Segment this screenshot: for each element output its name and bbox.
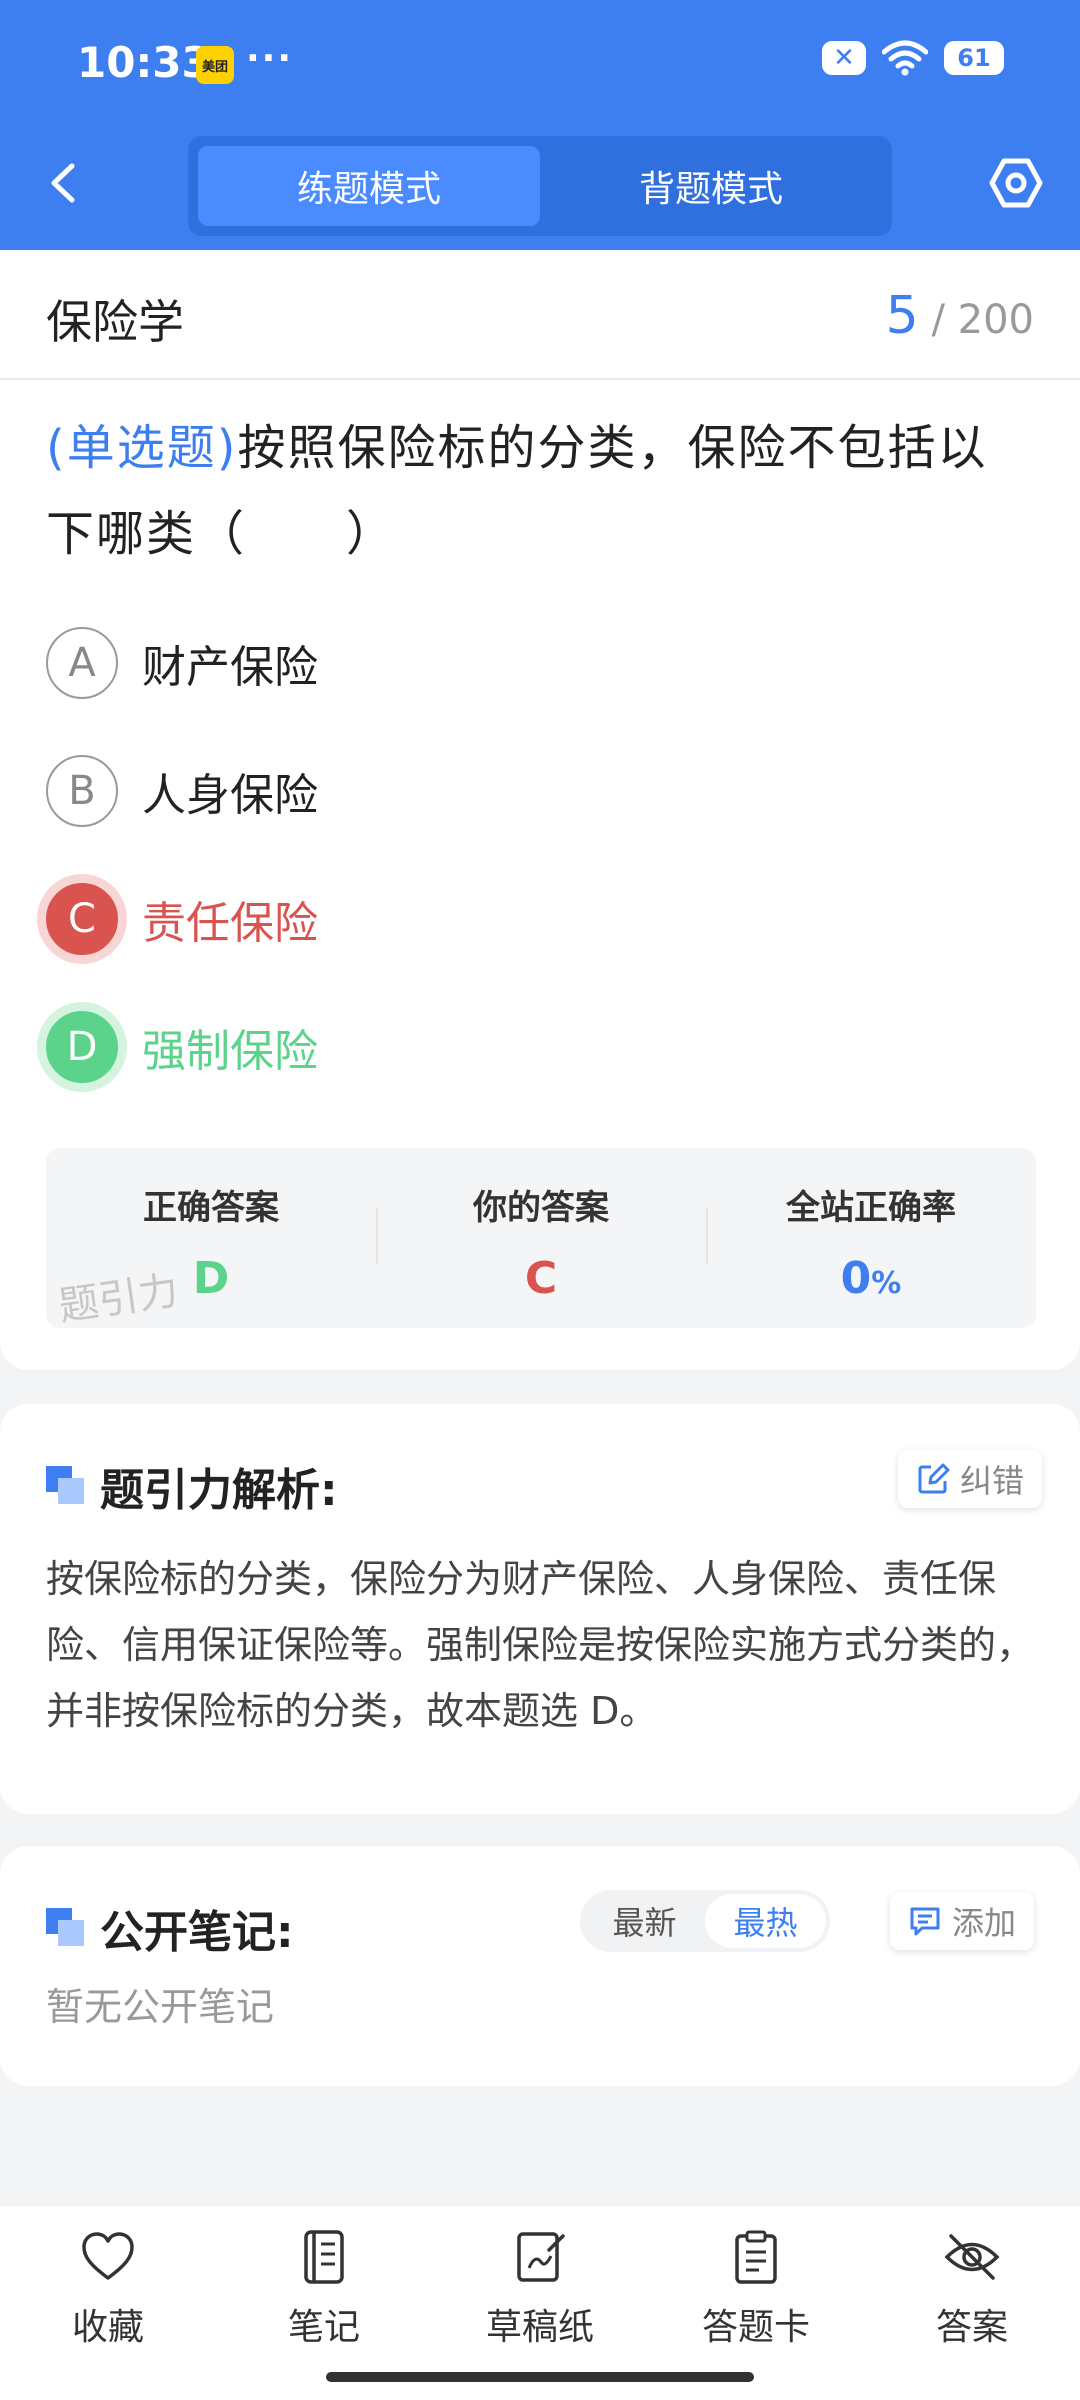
favorite-button[interactable]: 收藏 [28, 2228, 188, 2350]
stat-your-answer: 你的答案 C [376, 1148, 706, 1328]
answer-card-label: 答题卡 [701, 2307, 810, 2348]
subject-title: 保险学 [46, 295, 184, 349]
your-answer-label: 你的答案 [473, 1188, 609, 1228]
draft-paper-button[interactable]: 草稿纸 [460, 2228, 620, 2350]
notes-title-text: 公开笔记: [100, 1907, 294, 1958]
analysis-title: 题引力解析: [46, 1454, 338, 1518]
mode-switch: 练题模式 背题模式 [188, 136, 892, 236]
sort-hottest[interactable]: 最热 [705, 1894, 826, 1948]
option-text: 人身保险 [142, 770, 318, 821]
heart-icon [82, 2232, 134, 2280]
stat-correct-rate: 全站正确率 0% [706, 1148, 1036, 1328]
add-note-label: 添加 [952, 1904, 1017, 1942]
settings-hexagon-icon[interactable] [988, 155, 1044, 211]
option-text: 财产保险 [142, 642, 318, 693]
answer-label: 答案 [935, 2307, 1008, 2348]
total-questions: / 200 [931, 297, 1034, 343]
current-question-number: 5 [885, 286, 919, 346]
section-squares-icon [46, 1908, 86, 1948]
draft-label: 草稿纸 [485, 2307, 594, 2348]
answer-card-icon [735, 2230, 777, 2284]
status-bar: 10:33 美团 ··· ✕ 61 [0, 0, 1080, 125]
answer-stats: 正确答案 D 题引力 你的答案 C 全站正确率 0% [46, 1148, 1036, 1330]
home-indicator[interactable] [326, 2372, 754, 2382]
stat-correct-answer: 正确答案 D 题引力 [46, 1148, 376, 1330]
add-note-button[interactable]: 添加 [890, 1892, 1035, 1950]
subject-row: 保险学 5 / 200 [0, 250, 1080, 380]
option-text: 强制保险 [142, 1026, 318, 1077]
question-text: (单选题)按照保险标的分类，保险不包括以下哪类（ ） [46, 405, 1036, 577]
question-type: (单选题) [46, 420, 238, 476]
tab-recite-mode[interactable]: 背题模式 [540, 146, 882, 226]
correct-rate-label: 全站正确率 [786, 1188, 956, 1228]
notes-sort-toggle: 最新 最热 [580, 1890, 830, 1952]
battery-icon: 61 [944, 41, 1004, 75]
comment-icon [910, 1907, 940, 1936]
rate-number: 0 [840, 1253, 872, 1304]
notes-label: 笔记 [287, 2307, 360, 2348]
edit-icon [918, 1463, 950, 1494]
analysis-title-text: 题引力解析: [100, 1465, 338, 1516]
tab-practice-mode[interactable]: 练题模式 [198, 146, 540, 226]
option-d[interactable]: D 强制保险 [46, 1010, 318, 1084]
notes-empty-text: 暂无公开笔记 [46, 1985, 275, 2029]
report-error-button[interactable]: 纠错 [898, 1450, 1043, 1508]
option-letter: D [46, 1011, 118, 1083]
option-c[interactable]: C 责任保险 [46, 882, 318, 956]
option-a[interactable]: A 财产保险 [46, 626, 318, 700]
answer-toggle-button[interactable]: 答案 [892, 2228, 1052, 2350]
sort-latest[interactable]: 最新 [584, 1894, 705, 1948]
option-letter: A [46, 627, 118, 699]
option-letter: C [46, 883, 118, 955]
notes-title: 公开笔记: [46, 1896, 294, 1960]
correct-rate-value: 0% [706, 1253, 1036, 1304]
public-notes-section: 公开笔记: 最新 最热 添加 暂无公开笔记 [0, 1846, 1080, 2086]
status-time: 10:33 [77, 38, 211, 87]
close-badge-icon: ✕ [822, 41, 866, 75]
more-notifications-icon: ··· [246, 38, 294, 79]
option-letter: B [46, 755, 118, 827]
your-answer-value: C [524, 1253, 558, 1304]
analysis-section: 题引力解析: 纠错 按保险标的分类，保险分为财产保险、人身保险、责任保险、信用保… [0, 1404, 1080, 1814]
option-b[interactable]: B 人身保险 [46, 754, 318, 828]
notes-button[interactable]: 笔记 [244, 2228, 404, 2350]
correct-answer-label: 正确答案 [143, 1188, 279, 1228]
meituan-notification-icon: 美团 [196, 46, 234, 84]
section-squares-icon [46, 1466, 86, 1506]
eye-off-icon [944, 2234, 1000, 2280]
status-icons: ✕ 61 [822, 40, 1004, 76]
answer-card-button[interactable]: 答题卡 [676, 2228, 836, 2350]
app-header: 10:33 美团 ··· ✕ 61 练题模式 背题模式 [0, 0, 1080, 250]
favorite-label: 收藏 [71, 2307, 144, 2348]
rate-unit: % [871, 1266, 902, 1301]
notebook-icon [304, 2230, 344, 2284]
bottom-toolbar: 收藏 笔记 草稿纸 答题卡 答案 [0, 2205, 1080, 2400]
analysis-text: 按保险标的分类，保险分为财产保险、人身保险、责任保险、信用保证保险等。强制保险是… [46, 1557, 1035, 1733]
report-error-label: 纠错 [960, 1462, 1025, 1500]
question-card: 保险学 5 / 200 (单选题)按照保险标的分类，保险不包括以下哪类（ ） A… [0, 250, 1080, 1370]
wifi-icon [882, 40, 928, 76]
option-text: 责任保险 [142, 898, 318, 949]
back-arrow-icon[interactable] [40, 158, 90, 208]
draft-icon [517, 2232, 565, 2282]
question-counter: 5 / 200 [886, 286, 1034, 346]
